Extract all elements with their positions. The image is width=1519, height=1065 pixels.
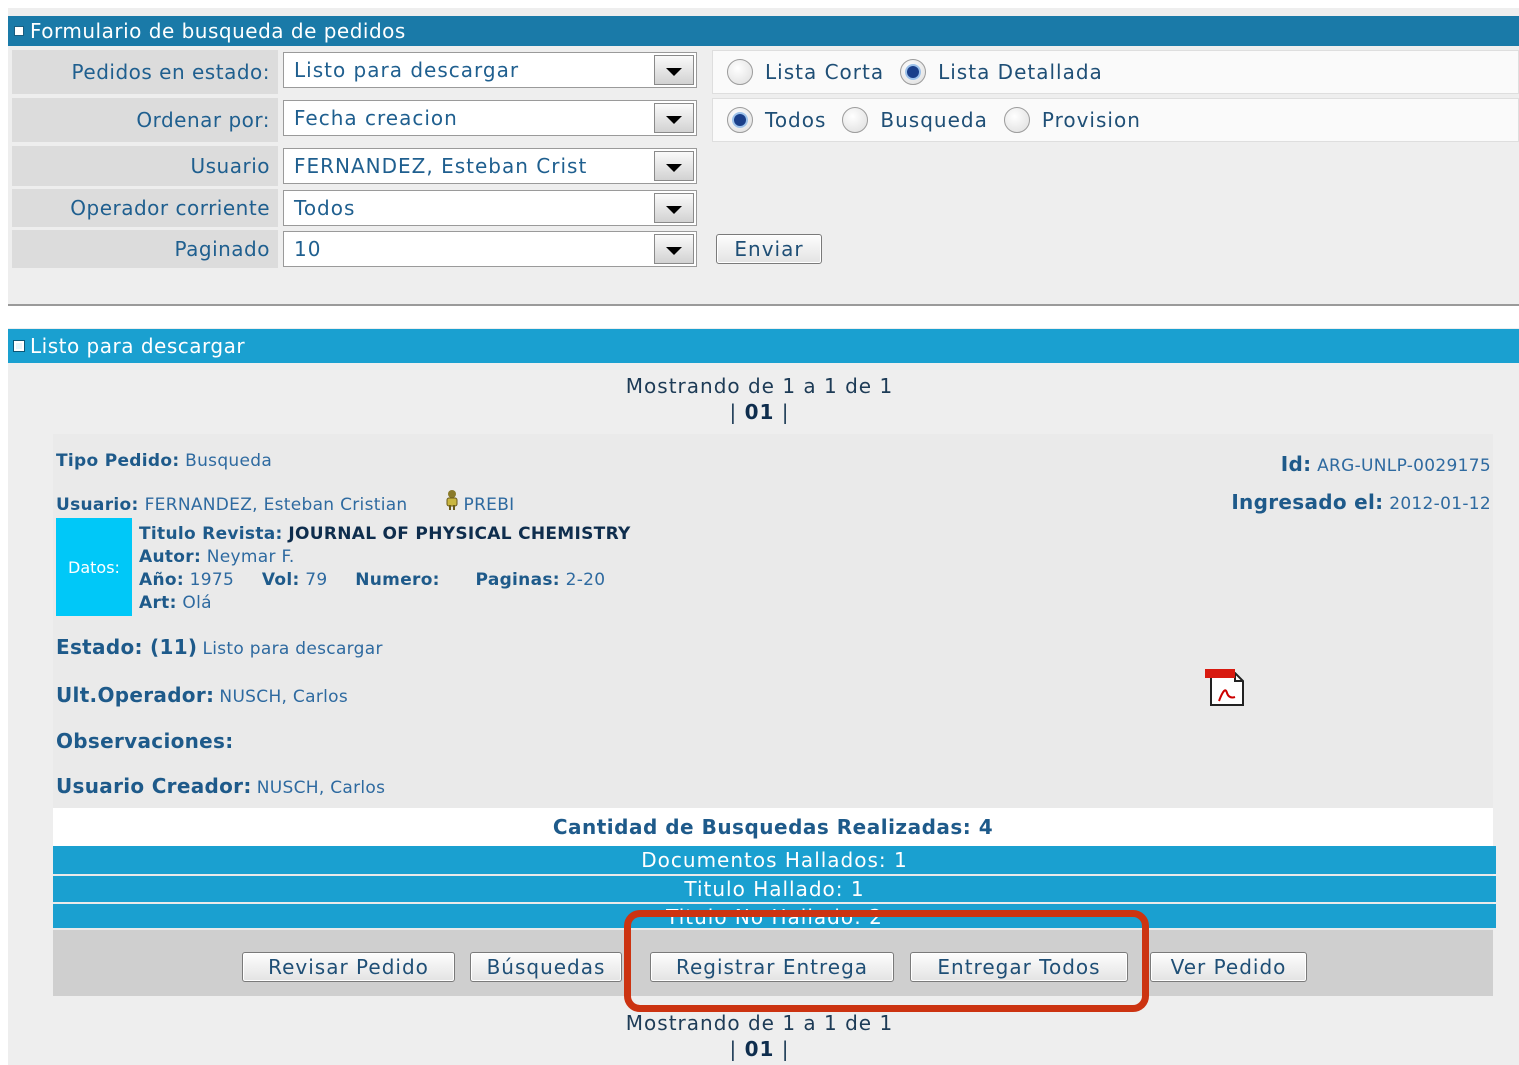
radio-busqueda-label[interactable]: Busqueda [880,108,987,132]
titulo-hallado: Titulo Hallado: 1 [53,876,1496,902]
order-id: Id: ARG-UNLP-0029175 [1280,452,1491,476]
chevron-down-icon[interactable] [654,151,694,181]
radio-provision[interactable] [1003,107,1030,133]
chevron-down-icon[interactable] [654,193,694,223]
ordenar-select-value: Fecha creacion [294,106,458,130]
datos-label: Datos: [56,518,132,616]
estado-select-value: Listo para descargar [294,58,520,82]
results-title: Listo para descargar [30,334,246,358]
page-link-01[interactable]: 01 [745,1037,775,1061]
paginado-select-value: 10 [294,237,322,261]
paginado-select[interactable]: 10 [283,231,697,267]
person-icon [446,490,458,510]
results-title-bar: Listo para descargar [8,329,1519,363]
ordenar-label: Ordenar por: [12,98,278,142]
chevron-down-icon[interactable] [654,103,694,133]
form-title: Formulario de busqueda de pedidos [30,19,406,43]
chevron-down-icon[interactable] [654,234,694,264]
divider [8,304,1519,306]
radio-todos[interactable] [727,107,753,133]
titulo-revista: Titulo Revista: JOURNAL OF PHYSICAL CHEM… [139,524,631,544]
operador-label: Operador corriente [12,189,278,227]
estado-select[interactable]: Listo para descargar [283,52,697,88]
radio-lista-detallada[interactable] [900,59,927,85]
busquedas-button[interactable]: Búsquedas [470,952,622,982]
busquedas-count: Cantidad de Busquedas Realizadas: 4 [53,808,1493,846]
art: Art: Olá [139,593,212,613]
showing-text-top: Mostrando de 1 a 1 de 1 [625,374,894,398]
radio-lista-detallada-label[interactable]: Lista Detallada [938,60,1103,84]
estado-label: Pedidos en estado: [12,50,278,94]
radio-todos-label[interactable]: Todos [765,108,826,132]
order-type-radio-group: Todos Busqueda Provision [712,98,1519,142]
radio-lista-corta[interactable] [727,59,753,85]
publication-details: Año: 1975 Vol: 79 Numero: Paginas: 2-20 [139,570,606,590]
usuario-select[interactable]: FERNANDEZ, Esteban Crist [283,148,697,184]
usuario-creador: Usuario Creador: NUSCH, Carlos [56,774,386,798]
estado: Estado: (11) Listo para descargar [56,635,383,659]
autor: Autor: Neymar F. [139,547,295,567]
radio-provision-label[interactable]: Provision [1042,108,1141,132]
chevron-down-icon[interactable] [654,55,694,85]
revisar-pedido-button[interactable]: Revisar Pedido [242,952,455,982]
tipo-pedido: Tipo Pedido: Busqueda [56,451,273,471]
pager-top: | 01 | [729,400,790,424]
ver-pedido-button[interactable]: Ver Pedido [1150,952,1307,982]
pdf-icon[interactable] [1205,667,1249,707]
usuario-label: Usuario [12,146,278,186]
institution: PREBI [463,495,515,515]
ingresado: Ingresado el: 2012-01-12 [1231,490,1491,514]
order-usuario: Usuario: FERNANDEZ, Esteban Cristian PRE… [56,490,515,515]
operador-select[interactable]: Todos [283,190,697,226]
pager-bottom: | 01 | [729,1037,790,1061]
paginado-label: Paginado [12,230,278,268]
showing-text-bottom: Mostrando de 1 a 1 de 1 [625,1011,894,1035]
radio-busqueda[interactable] [842,107,869,133]
section-square-icon [13,340,25,352]
operador-select-value: Todos [294,196,356,220]
enviar-button[interactable]: Enviar [716,234,822,264]
ult-operador: Ult.Operador: NUSCH, Carlos [56,683,348,707]
usuario-select-value: FERNANDEZ, Esteban Crist [294,154,588,178]
documentos-hallados: Documentos Hallados: 1 [53,846,1496,874]
observaciones: Observaciones: [56,729,234,753]
page-link-01[interactable]: 01 [745,400,775,424]
section-square-icon [14,26,24,36]
ordenar-select[interactable]: Fecha creacion [283,100,697,136]
list-type-radio-group: Lista Corta Lista Detallada [712,50,1519,94]
form-title-bar: Formulario de busqueda de pedidos [8,16,1519,46]
highlight-annotation [624,910,1149,1012]
radio-lista-corta-label[interactable]: Lista Corta [765,60,884,84]
